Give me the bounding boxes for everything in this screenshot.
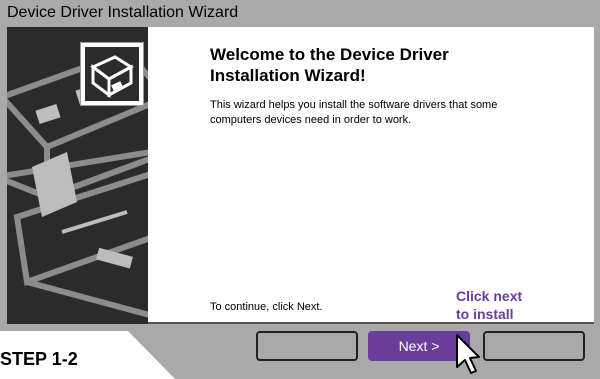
side-panel-graphic — [7, 27, 148, 324]
step-label: STEP 1-2 — [0, 349, 78, 369]
window-title: Device Driver Installation Wizard — [7, 4, 239, 21]
wizard-content: Welcome to the Device Driver Installatio… — [7, 27, 594, 324]
continue-instruction: To continue, click Next. — [210, 301, 323, 313]
wizard-intro-text: This wizard helps you install the softwa… — [210, 99, 498, 126]
wizard-window: Device Driver Installation Wizard Welcom… — [0, 0, 600, 379]
title-bar: Device Driver Installation Wizard — [0, 0, 600, 27]
wizard-heading: Welcome to the Device Driver Installatio… — [210, 45, 449, 85]
mouse-pointer-icon — [456, 334, 480, 374]
back-button[interactable] — [256, 331, 358, 361]
driver-box-icon — [80, 42, 144, 106]
cancel-button[interactable] — [483, 331, 585, 361]
click-next-callout: Click next to install — [456, 288, 523, 322]
